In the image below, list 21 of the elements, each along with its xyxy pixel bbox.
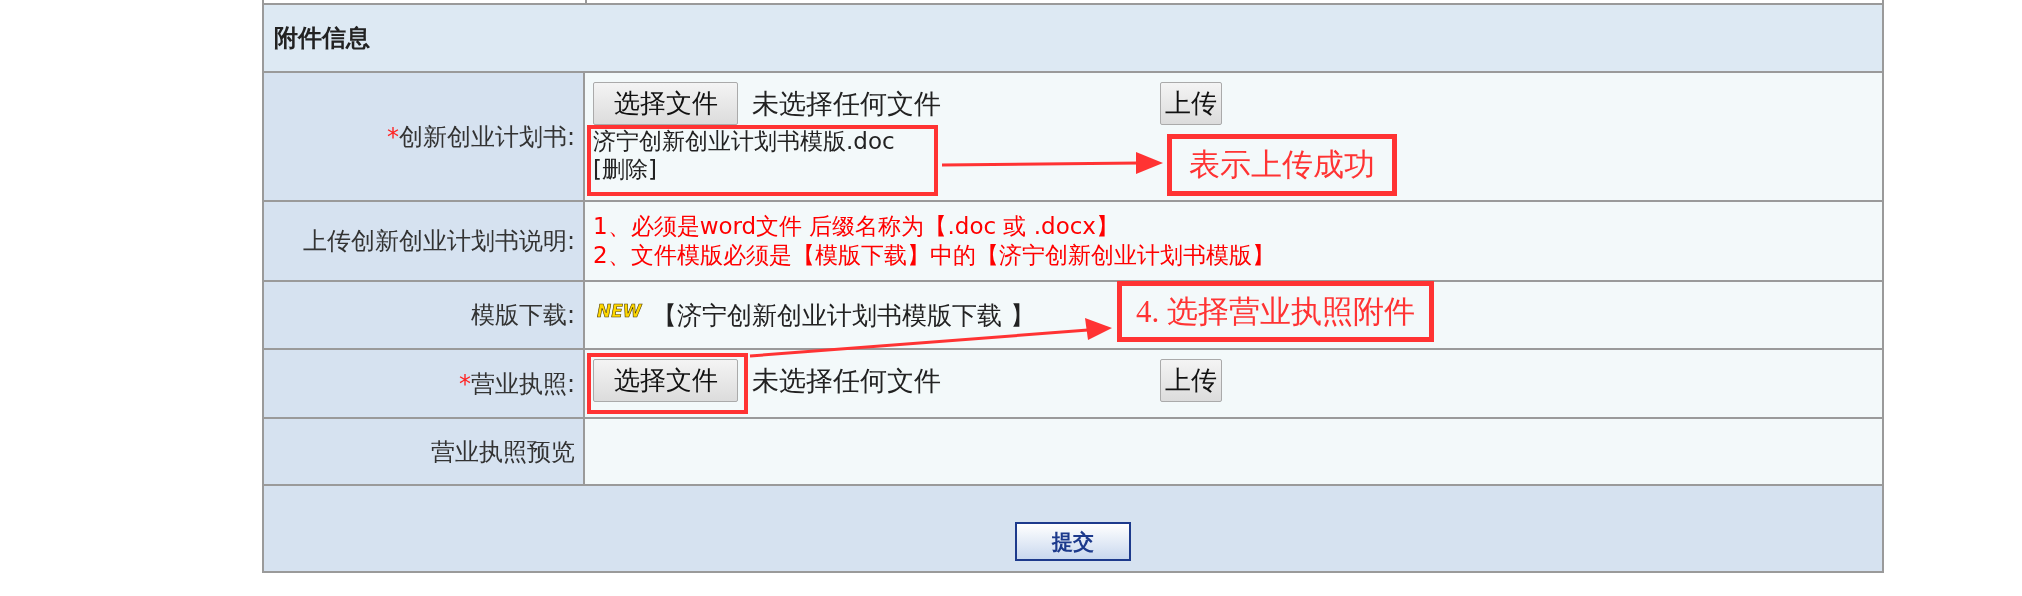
choose-file-button[interactable]: 选择文件 — [593, 359, 738, 402]
upload-button[interactable]: 上传 — [1160, 82, 1222, 125]
field-label: *营业执照: — [458, 368, 575, 400]
choose-file-button[interactable]: 选择文件 — [593, 82, 738, 125]
delete-link[interactable]: [删除] — [593, 155, 657, 183]
field-label: *创新创业计划书: — [386, 121, 575, 153]
field-label: 营业执照预览 — [431, 436, 575, 468]
note-text: 2、文件模版必须是【模版下载】中的【济宁创新创业计划书模版】 — [593, 241, 1276, 270]
field-label: 模版下载: — [470, 300, 575, 331]
file-name: 济宁创新创业计划书模版.doc — [593, 127, 896, 155]
download-link[interactable]: 【济宁创新创业计划书模版下载 】 — [651, 298, 1035, 332]
field-label: 上传创新创业计划书说明: — [302, 226, 575, 257]
callout-label: 表示上传成功 — [1167, 134, 1397, 196]
upload-button[interactable]: 上传 — [1160, 359, 1222, 402]
file-status: 未选择任何文件 — [752, 86, 941, 121]
section-title: 附件信息 — [274, 23, 370, 54]
new-label: NEW — [597, 301, 642, 321]
submit-button[interactable]: 提交 — [1015, 522, 1131, 561]
file-status: 未选择任何文件 — [752, 363, 941, 398]
note-text: 1、必须是word文件 后缀名称为【.doc 或 .docx】 — [593, 212, 1120, 241]
callout-label: 4. 选择营业执照附件 — [1117, 281, 1434, 342]
